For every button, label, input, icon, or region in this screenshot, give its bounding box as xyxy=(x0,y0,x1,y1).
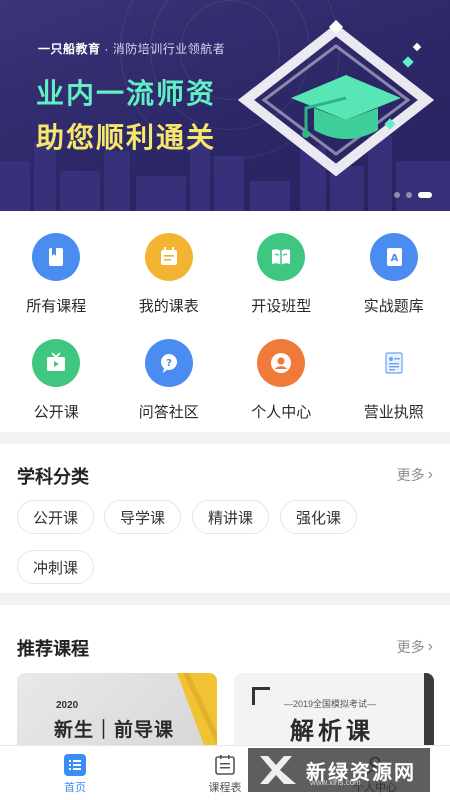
menu-item-label: 营业执照 xyxy=(363,404,424,421)
schedule-icon xyxy=(144,233,193,281)
schedule-icon xyxy=(215,755,235,775)
svg-text:A: A xyxy=(390,253,398,264)
promo-banner[interactable]: 一只船教育 · 消防培训行业领航者 业内一流师资 助您顺利通关 xyxy=(0,0,450,211)
course-card[interactable]: 2020 新生｜前导课 xyxy=(17,673,217,753)
brand-name: 一只船教育 xyxy=(38,42,101,56)
carousel-dot[interactable] xyxy=(406,192,412,198)
banner-headline-1: 业内一流师资 xyxy=(36,78,217,109)
subject-chip[interactable]: 强化课 xyxy=(280,500,357,534)
more-label: 更多 xyxy=(396,467,425,483)
watermark-overlay: 新绿资源网 www.xlhs.com xyxy=(248,748,430,792)
section-title: 推荐课程 xyxy=(17,639,89,659)
chevron-right-icon: › xyxy=(427,638,433,655)
course-card[interactable]: —2019全国模拟考试— 解析课 xyxy=(234,673,434,753)
more-label: 更多 xyxy=(396,639,425,655)
menu-item-personal-center[interactable]: 个人中心 xyxy=(225,339,338,422)
menu-item-label: 问答社区 xyxy=(138,404,199,421)
card-edge-strip xyxy=(424,673,434,753)
brand-separator: · xyxy=(104,42,109,56)
video-icon xyxy=(32,339,81,387)
subject-chip[interactable]: 公开课 xyxy=(17,500,94,534)
tab-label: 课程表 xyxy=(208,782,242,794)
card-corner-bracket xyxy=(252,687,270,705)
menu-item-class-types[interactable]: 开设班型 xyxy=(225,233,338,316)
svg-text:?: ? xyxy=(166,358,172,369)
more-link[interactable]: 更多 › xyxy=(397,637,433,657)
more-link[interactable]: 更多 › xyxy=(397,465,433,485)
watermark-logo xyxy=(260,756,296,784)
feature-menu: 所有课程 我的课表 开设班型 A 实战题库 公开课 ? 问答社区 个人中心 营业… xyxy=(0,211,450,432)
tab-label: 首页 xyxy=(64,782,86,794)
carousel-dot-active[interactable] xyxy=(418,192,432,198)
chevron-right-icon: › xyxy=(427,466,433,483)
brand-tagline: 消防培训行业领航者 xyxy=(112,42,226,56)
open-book-icon xyxy=(257,233,306,281)
menu-item-all-courses[interactable]: 所有课程 xyxy=(0,233,113,316)
graduation-cap-illustration xyxy=(237,20,435,177)
menu-item-label: 开设班型 xyxy=(251,298,312,315)
watermark-url: www.xlhs.com xyxy=(310,778,361,787)
section-title: 学科分类 xyxy=(17,467,89,487)
book-icon xyxy=(32,233,81,281)
menu-item-question-bank[interactable]: A 实战题库 xyxy=(338,233,450,316)
home-list-icon xyxy=(64,754,86,776)
subject-chip[interactable]: 冲刺课 xyxy=(17,550,94,584)
menu-item-label: 我的课表 xyxy=(138,298,199,315)
card-stripes-graphic xyxy=(177,673,217,753)
menu-item-label: 所有课程 xyxy=(26,298,87,315)
menu-item-label: 实战题库 xyxy=(363,298,424,315)
user-icon xyxy=(257,339,306,387)
menu-item-my-schedule[interactable]: 我的课表 xyxy=(113,233,226,316)
subject-chip[interactable]: 精讲课 xyxy=(192,500,269,534)
menu-item-label: 公开课 xyxy=(33,404,79,421)
menu-item-open-class[interactable]: 公开课 xyxy=(0,339,113,422)
brand-line: 一只船教育 · 消防培训行业领航者 xyxy=(38,40,225,57)
license-icon xyxy=(369,339,418,387)
card-title: 解析课 xyxy=(290,718,374,745)
card-title: 新生｜前导课 xyxy=(54,720,175,741)
subject-category-section: 学科分类 更多 › 公开课 导学课 精讲课 强化课 冲刺课 xyxy=(0,444,450,593)
menu-item-label: 个人中心 xyxy=(251,404,312,421)
subject-chip[interactable]: 导学课 xyxy=(104,500,181,534)
menu-item-qa-community[interactable]: ? 问答社区 xyxy=(113,339,226,422)
carousel-dot[interactable] xyxy=(394,192,400,198)
card-year: 2020 xyxy=(56,700,79,711)
qa-bubble-icon: ? xyxy=(144,339,193,387)
menu-item-business-license[interactable]: 营业执照 xyxy=(338,339,450,422)
card-subtitle: —2019全国模拟考试— xyxy=(284,699,377,709)
carousel-indicator xyxy=(394,192,432,198)
banner-headline-2: 助您顺利通关 xyxy=(36,122,217,153)
tab-home[interactable]: 首页 xyxy=(40,754,110,795)
question-bank-icon: A xyxy=(369,233,418,281)
